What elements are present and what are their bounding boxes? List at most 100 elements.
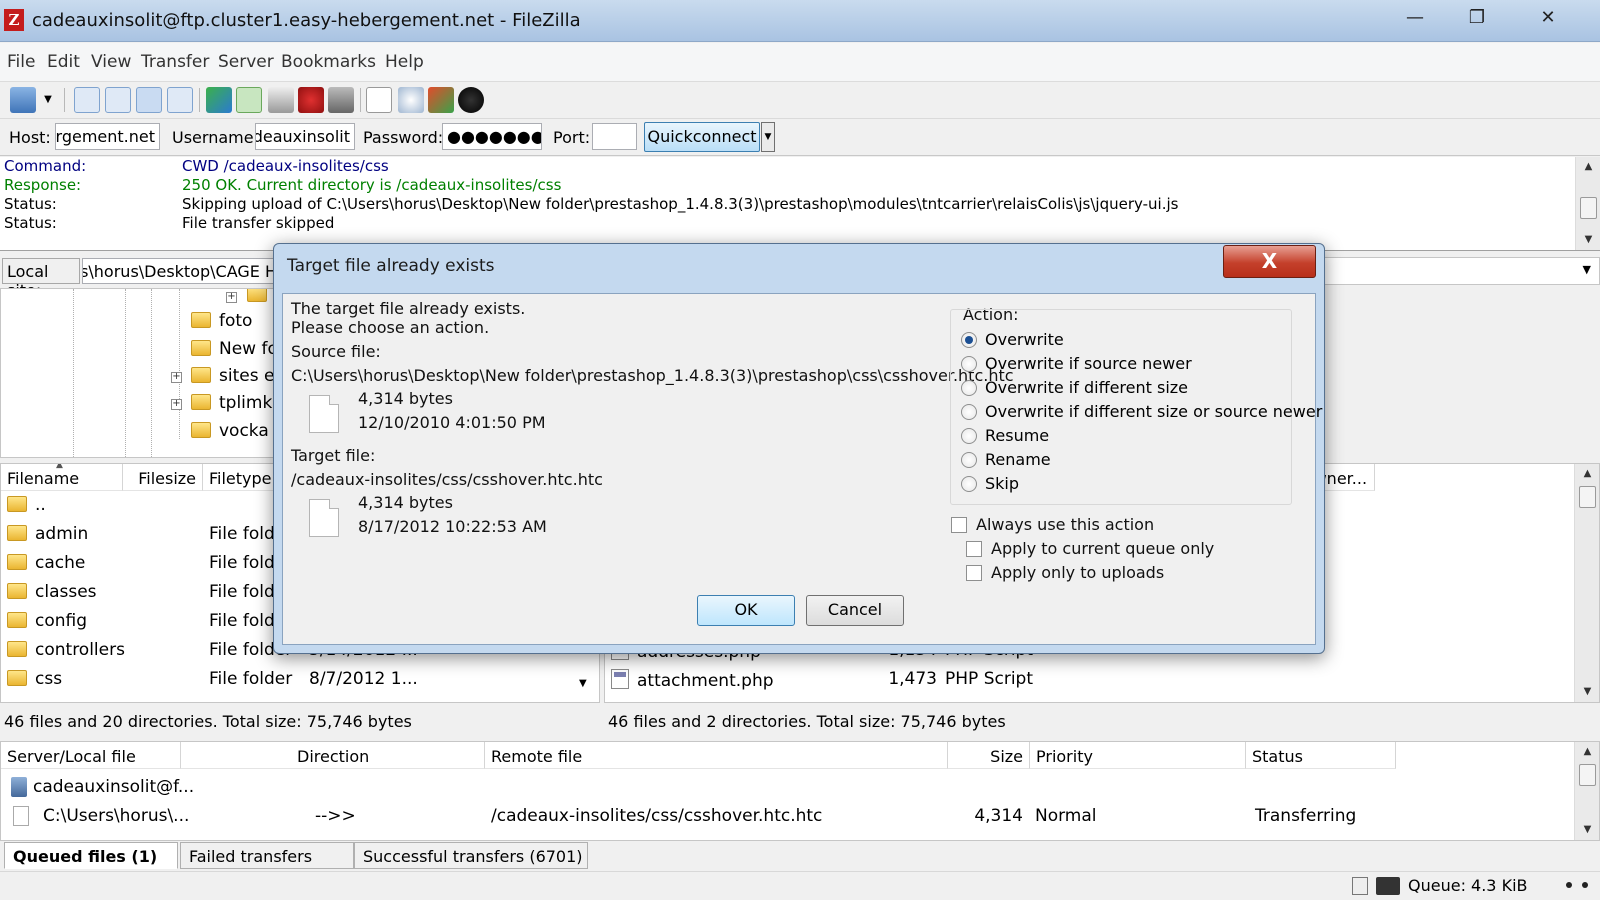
disconnect-icon[interactable] xyxy=(298,87,324,113)
list-item[interactable]: css File folder 8/7/2012 1... xyxy=(1,665,599,693)
scroll-up-icon[interactable]: ▲ xyxy=(1576,157,1600,177)
always-use-checkbox[interactable] xyxy=(951,517,967,533)
tab-queued-files[interactable]: Queued files (1) xyxy=(4,842,178,869)
list-item[interactable]: attachment.php 1,473 PHP Script xyxy=(605,665,1599,693)
queue-scrollbar[interactable]: ▲ ▼ xyxy=(1574,742,1599,840)
scroll-down-icon[interactable]: ▼ xyxy=(1575,820,1600,840)
minimize-button[interactable]: — xyxy=(1398,4,1432,34)
toggle-local-tree-icon[interactable] xyxy=(105,87,131,113)
folder-icon xyxy=(7,554,27,570)
queue-header-remote-file[interactable]: Remote file xyxy=(485,742,948,769)
tree-folder-label: sites e xyxy=(219,366,275,386)
scroll-down-icon[interactable]: ▼ xyxy=(1575,682,1599,702)
port-input[interactable] xyxy=(592,123,637,150)
queue-direction: -->> xyxy=(315,806,356,826)
cancel-operation-icon[interactable] xyxy=(268,87,294,113)
scroll-up-icon[interactable]: ▲ xyxy=(1575,742,1600,762)
directory-comparison-icon[interactable] xyxy=(428,87,454,113)
target-file-date: 8/17/2012 10:22:53 AM xyxy=(358,517,547,536)
file-name: controllers xyxy=(35,640,125,660)
expand-icon[interactable]: + xyxy=(171,372,182,383)
radio-skip[interactable] xyxy=(961,476,977,492)
scroll-up-icon[interactable]: ▲ xyxy=(1575,464,1599,484)
toggle-remote-tree-icon[interactable] xyxy=(136,87,162,113)
quickconnect-button[interactable]: Quickconnect xyxy=(644,122,760,152)
username-label: Username: xyxy=(172,128,259,147)
queue-server-row[interactable]: cadeauxinsolit@f... xyxy=(1,773,1599,801)
menu-file[interactable]: File xyxy=(7,52,35,72)
radio-rename[interactable] xyxy=(961,452,977,468)
search-remote-files-icon[interactable] xyxy=(458,87,484,113)
quickconnect-bar: Host: cadeauxinsolit.ftp.cluster1.easy-h… xyxy=(0,120,1600,156)
ok-button[interactable]: OK xyxy=(697,595,795,626)
tree-folder[interactable]: foto xyxy=(191,311,252,337)
site-manager-icon[interactable] xyxy=(10,87,36,113)
menu-bar: File Edit View Transfer Server Bookmarks… xyxy=(0,43,1600,82)
menu-view[interactable]: View xyxy=(91,52,131,72)
remote-site-dropdown-icon[interactable]: ▼ xyxy=(1583,263,1591,276)
refresh-icon[interactable] xyxy=(206,87,232,113)
menu-help[interactable]: Help xyxy=(385,52,424,72)
tab-successful-transfers[interactable]: Successful transfers (6701) xyxy=(354,842,588,869)
tree-folder[interactable]: tplimk xyxy=(191,393,272,419)
scroll-thumb[interactable] xyxy=(1579,764,1596,786)
radio-overwrite-if-newer[interactable] xyxy=(961,356,977,372)
queue-header-status[interactable]: Status xyxy=(1246,742,1396,769)
tree-folder-label: vocka xyxy=(219,421,269,441)
cancel-button[interactable]: Cancel xyxy=(806,595,904,626)
dialog-close-button[interactable]: X xyxy=(1223,245,1316,278)
scroll-down-icon[interactable]: ▼ xyxy=(1576,230,1600,250)
menu-edit[interactable]: Edit xyxy=(47,52,80,72)
password-input[interactable]: ●●●●●●●● xyxy=(442,123,542,150)
toggle-transfer-queue-icon[interactable] xyxy=(167,87,193,113)
radio-overwrite-if-different-size[interactable] xyxy=(961,380,977,396)
queue-header-direction[interactable]: Direction xyxy=(181,742,485,769)
uploads-only-checkbox[interactable] xyxy=(966,565,982,581)
tree-folder[interactable]: sites e xyxy=(191,366,274,392)
expand-icon[interactable]: + xyxy=(226,292,237,303)
tab-failed-transfers[interactable]: Failed transfers xyxy=(180,842,354,869)
menu-transfer[interactable]: Transfer xyxy=(141,52,209,72)
tree-folder[interactable]: vocka xyxy=(191,421,269,447)
target-file-size: 4,314 bytes xyxy=(358,493,453,512)
scroll-down-icon[interactable]: ▼ xyxy=(579,678,587,689)
menu-server[interactable]: Server xyxy=(218,52,274,72)
expand-icon[interactable]: + xyxy=(171,399,182,410)
radio-label: Overwrite if source newer xyxy=(985,354,1192,373)
queue-header-size[interactable]: Size xyxy=(948,742,1030,769)
tree-folder[interactable]: New fo xyxy=(191,339,278,365)
process-queue-icon[interactable] xyxy=(236,87,262,113)
current-queue-only-checkbox[interactable] xyxy=(966,541,982,557)
site-manager-dropdown-icon[interactable]: ▼ xyxy=(40,87,56,113)
menu-bookmarks[interactable]: Bookmarks xyxy=(281,52,376,72)
radio-resume[interactable] xyxy=(961,428,977,444)
log-entry: Status: File transfer skipped xyxy=(4,214,1564,233)
close-window-button[interactable]: ✕ xyxy=(1528,4,1568,34)
window-title: cadeauxinsolit@ftp.cluster1.easy-heberge… xyxy=(32,10,581,31)
log-key: Status: xyxy=(4,195,57,213)
username-input[interactable]: cadeauxinsolit xyxy=(255,123,355,150)
radio-label: Overwrite if different size or source ne… xyxy=(985,402,1323,421)
local-site-path-input[interactable]: C:\Users\horus\Desktop\CAGE H xyxy=(82,258,282,284)
toggle-sync-browsing-icon[interactable] xyxy=(398,87,424,113)
log-scrollbar[interactable]: ▲ ▼ xyxy=(1575,157,1600,250)
maximize-button[interactable]: ❐ xyxy=(1460,4,1494,34)
source-file-date: 12/10/2010 4:01:50 PM xyxy=(358,413,546,432)
column-header-filesize[interactable]: Filesize xyxy=(123,464,203,491)
reconnect-icon[interactable] xyxy=(328,87,354,113)
queue-file-row[interactable]: C:\Users\horus\... -->> /cadeaux-insolit… xyxy=(1,802,1599,830)
remote-list-scrollbar[interactable]: ▲ ▼ xyxy=(1574,464,1599,702)
scroll-thumb[interactable] xyxy=(1580,197,1597,219)
scroll-thumb[interactable] xyxy=(1579,486,1596,508)
queue-header-local-file[interactable]: Server/Local file xyxy=(1,742,181,769)
speed-limit-icon[interactable] xyxy=(1376,877,1400,895)
host-input[interactable]: cadeauxinsolit.ftp.cluster1.easy-heberge… xyxy=(55,123,160,150)
quickconnect-dropdown-icon[interactable]: ▼ xyxy=(761,122,775,152)
queue-header-priority[interactable]: Priority xyxy=(1030,742,1246,769)
folder-icon xyxy=(191,312,211,328)
toggle-message-log-icon[interactable] xyxy=(74,87,100,113)
tree-folder[interactable] xyxy=(247,289,275,311)
directory-listing-filters-icon[interactable] xyxy=(366,87,392,113)
radio-overwrite-if-size-or-newer[interactable] xyxy=(961,404,977,420)
radio-overwrite[interactable] xyxy=(961,332,977,348)
